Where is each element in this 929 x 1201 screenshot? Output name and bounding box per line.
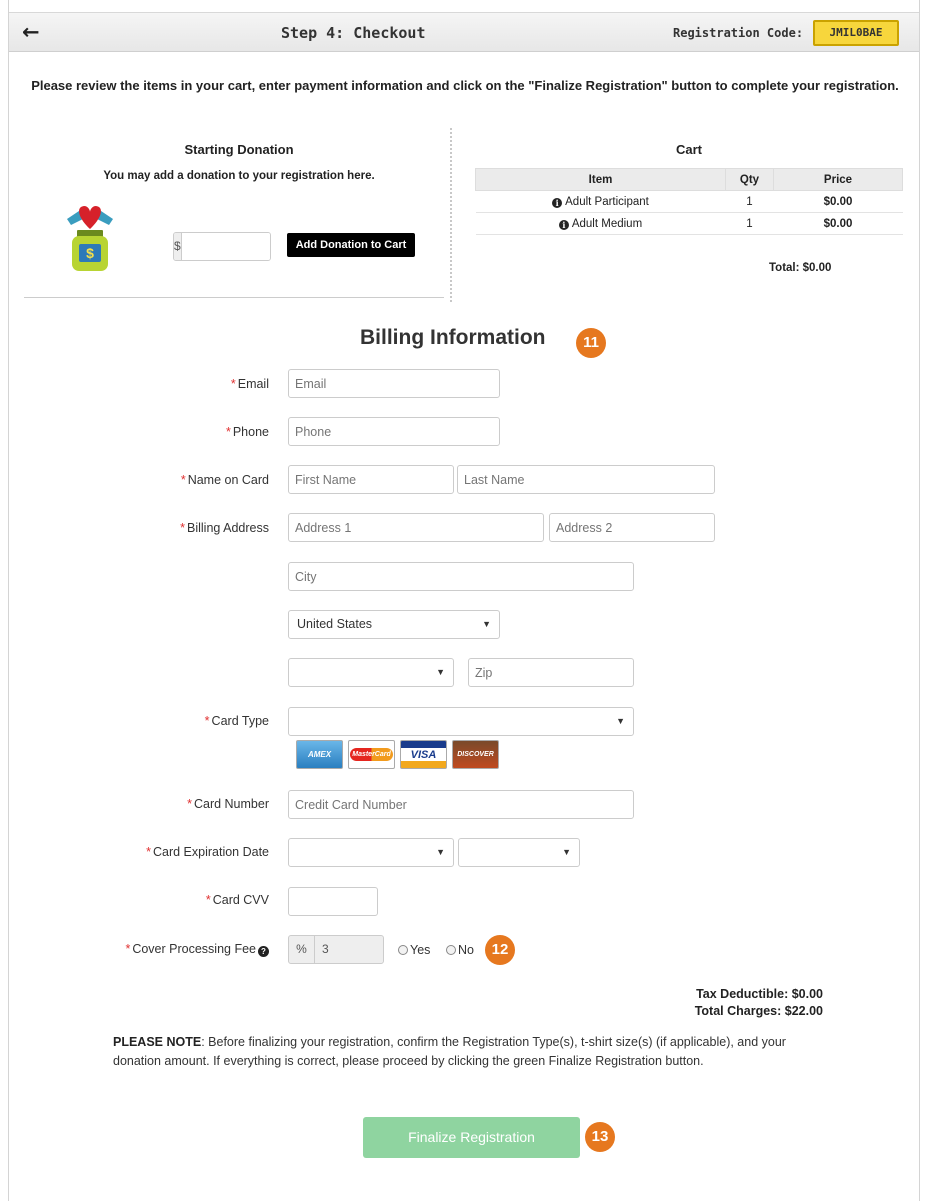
card-cvv-field[interactable] <box>288 887 378 916</box>
cart-col-qty: Qty <box>725 168 774 191</box>
processing-fee-label: * Cover Processing Fee? <box>9 942 269 957</box>
amex-logo-icon: AMEX <box>296 740 343 769</box>
checkout-panel: ← Step 4: Checkout Registration Code: JM… <box>8 0 920 1201</box>
donation-amount-group: $ <box>173 232 271 261</box>
card-number-field[interactable] <box>288 790 634 819</box>
total-charges: Total Charges: $22.00 <box>694 1004 823 1018</box>
fee-yes-radio[interactable] <box>398 945 408 955</box>
discover-logo-icon: DISCOVER <box>452 740 499 769</box>
last-name-field[interactable] <box>457 465 715 494</box>
processing-fee-percent: % 3 <box>288 935 384 964</box>
donation-jar-icon: $ <box>67 206 113 271</box>
email-label: * Email <box>230 377 269 391</box>
svg-text:$: $ <box>86 245 94 261</box>
fee-no-option[interactable]: No <box>446 943 474 957</box>
fee-no-radio[interactable] <box>446 945 456 955</box>
cart-col-price: Price <box>773 168 903 191</box>
card-logos: AMEX MasterCard VISA DISCOVER <box>296 740 499 769</box>
registration-code-label: Registration Code: <box>673 26 804 40</box>
donation-amount-input[interactable] <box>181 233 270 260</box>
cart-item-qty: 1 <box>725 190 774 213</box>
first-name-field[interactable] <box>288 465 454 494</box>
address2-field[interactable] <box>549 513 715 542</box>
cart-total: Total: $0.00 <box>769 262 832 274</box>
finalize-registration-button[interactable]: Finalize Registration <box>363 1117 580 1158</box>
phone-label: * Phone <box>225 425 269 439</box>
card-type-select[interactable]: ▼ <box>288 707 634 736</box>
expiration-year-select[interactable]: ▼ <box>458 838 580 867</box>
state-select[interactable]: ▼ <box>288 658 454 687</box>
zip-field[interactable] <box>468 658 634 687</box>
table-row: i Adult Medium 1 $0.00 <box>475 212 903 235</box>
expiration-month-select[interactable]: ▼ <box>288 838 454 867</box>
tax-deductible-total: Tax Deductible: $0.00 <box>696 987 823 1001</box>
cart-item-qty: 1 <box>725 212 774 235</box>
percent-value: 3 <box>322 942 329 956</box>
fee-no-label: No <box>458 943 474 957</box>
callout-badge: 11 <box>576 328 606 358</box>
city-field[interactable] <box>288 562 634 591</box>
header-bar: ← Step 4: Checkout Registration Code: JM… <box>9 12 919 52</box>
fee-yes-option[interactable]: Yes <box>398 943 430 957</box>
cart-table: Item Qty Price i Adult Participant 1 $0.0… <box>475 168 903 235</box>
chevron-down-icon: ▼ <box>436 667 445 677</box>
cart-item-price: $0.00 <box>773 212 903 235</box>
registration-code-badge: JMIL0BAE <box>813 20 899 46</box>
table-row: i Adult Participant 1 $0.00 <box>475 190 903 213</box>
info-icon[interactable]: i <box>552 197 563 208</box>
visa-logo-icon: VISA <box>400 740 447 769</box>
phone-field[interactable] <box>288 417 500 446</box>
card-type-label: * Card Type <box>204 714 269 728</box>
callout-badge: 13 <box>585 1122 615 1152</box>
cart-col-item: Item <box>475 168 726 191</box>
chevron-down-icon: ▼ <box>616 716 625 726</box>
donation-subtitle: You may add a donation to your registrat… <box>103 170 375 182</box>
arrow-left-icon[interactable]: ← <box>22 21 40 43</box>
help-icon[interactable]: ? <box>258 946 269 957</box>
email-field[interactable] <box>288 369 500 398</box>
cart-item-name: Adult Participant <box>565 195 649 208</box>
name-on-card-label: * Name on Card <box>180 473 269 487</box>
cart-title: Cart <box>675 142 702 157</box>
currency-addon: $ <box>174 233 182 260</box>
billing-title: Billing Information <box>360 326 546 349</box>
page-title: Step 4: Checkout <box>281 24 426 42</box>
cart-item-name: Adult Medium <box>571 217 643 230</box>
fee-yes-label: Yes <box>410 943 431 957</box>
cart-item-price: $0.00 <box>773 190 903 213</box>
card-cvv-label: * Card CVV <box>205 893 269 907</box>
billing-address-label: * Billing Address <box>180 521 269 535</box>
percent-addon: % <box>289 936 315 963</box>
mastercard-logo-icon: MasterCard <box>348 740 395 769</box>
chevron-down-icon: ▼ <box>562 847 571 857</box>
chevron-down-icon: ▼ <box>482 619 491 629</box>
donation-title: Starting Donation <box>184 142 294 157</box>
info-icon[interactable]: i <box>558 219 569 230</box>
card-number-label: * Card Number <box>187 797 269 811</box>
address1-field[interactable] <box>288 513 544 542</box>
callout-badge: 12 <box>485 935 515 965</box>
country-select[interactable]: United States ▼ <box>288 610 500 639</box>
instructions-text: Please review the items in your cart, en… <box>31 78 899 93</box>
section-divider <box>450 128 452 302</box>
chevron-down-icon: ▼ <box>436 847 445 857</box>
card-expiration-label: * Card Expiration Date <box>146 845 269 859</box>
country-selected-value: United States <box>297 617 373 631</box>
donation-divider <box>24 297 444 298</box>
please-note-text: PLEASE NOTE: Before finalizing your regi… <box>113 1035 786 1068</box>
add-donation-button[interactable]: Add Donation to Cart <box>287 233 415 257</box>
